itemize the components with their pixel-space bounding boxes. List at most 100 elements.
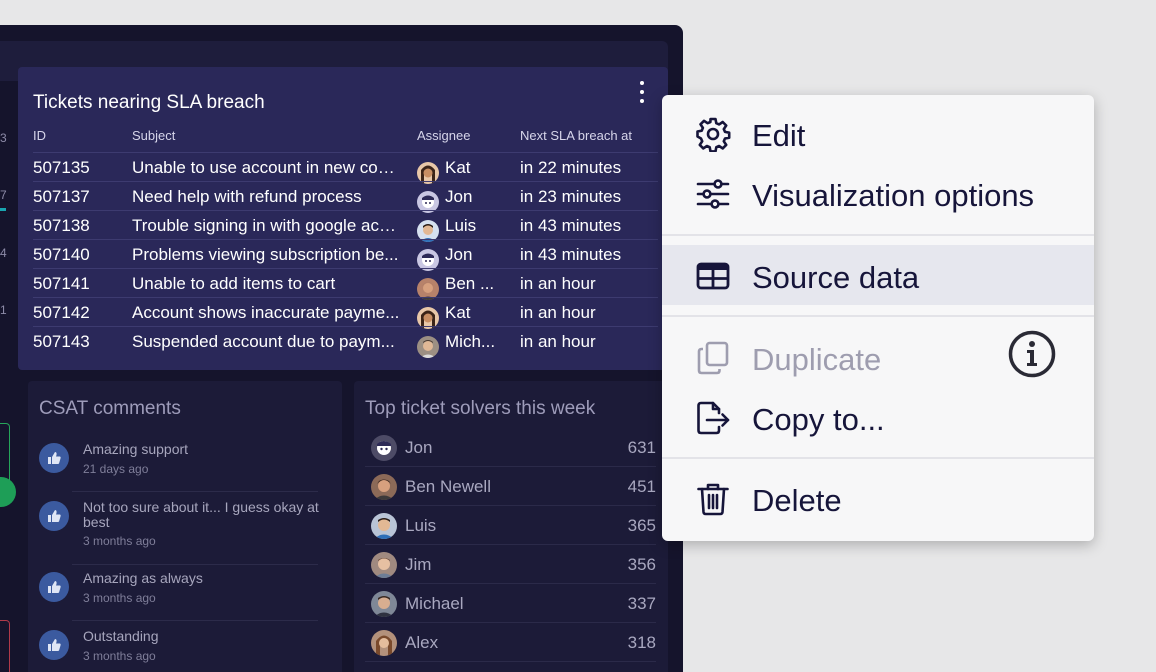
solver-count: 365 bbox=[627, 516, 656, 535]
solver-name: Jim bbox=[405, 555, 432, 574]
duplicate-icon bbox=[697, 341, 729, 375]
solver-count: 631 bbox=[627, 438, 656, 457]
table-header: ID Subject Assignee Next SLA breach at bbox=[33, 128, 658, 148]
list-item[interactable]: Jim 356 bbox=[365, 545, 656, 584]
avatar bbox=[371, 630, 397, 656]
ticket-subject: Problems viewing subscription be... bbox=[132, 245, 399, 264]
divider bbox=[662, 234, 1094, 236]
edge-value: 1 bbox=[0, 303, 7, 317]
list-item[interactable]: Luis 365 bbox=[365, 506, 656, 545]
menu-item-edit[interactable]: Edit bbox=[662, 103, 1094, 163]
comment-time: 3 months ago bbox=[83, 649, 156, 663]
avatar bbox=[371, 513, 397, 539]
comment-text: Not too sure about it... I guess okay at… bbox=[83, 499, 319, 530]
next-breach: in 43 minutes bbox=[520, 216, 622, 235]
solver-name: Luis bbox=[405, 516, 437, 535]
solver-count: 318 bbox=[627, 633, 656, 652]
comment-text: Outstanding bbox=[83, 628, 159, 644]
next-breach: in 22 minutes bbox=[520, 158, 622, 177]
divider bbox=[72, 620, 318, 621]
assignee-name: Kat bbox=[445, 158, 471, 177]
ticket-id: 507137 bbox=[33, 187, 90, 206]
divider bbox=[72, 564, 318, 565]
list-item[interactable]: Michael 337 bbox=[365, 584, 656, 623]
card-title: CSAT comments bbox=[39, 398, 181, 419]
avatar bbox=[371, 552, 397, 578]
list-item[interactable]: Alex 318 bbox=[365, 623, 656, 662]
menu-item-label: Edit bbox=[752, 118, 806, 153]
ticket-subject: Need help with refund process bbox=[132, 187, 362, 206]
avatar bbox=[371, 435, 397, 461]
thumbs-up-icon bbox=[39, 630, 69, 660]
next-breach: in an hour bbox=[520, 332, 596, 351]
csat-comments-card: CSAT comments Amazing support 21 days ag… bbox=[28, 381, 342, 672]
solver-count: 356 bbox=[627, 555, 656, 574]
table-row[interactable]: 507141 Unable to add items to cart Ben .… bbox=[33, 268, 658, 300]
divider bbox=[662, 457, 1094, 459]
assignee-name: Kat bbox=[445, 303, 471, 322]
sla-breach-card: Tickets nearing SLA breach ID Subject As… bbox=[18, 67, 668, 370]
avatar bbox=[371, 591, 397, 617]
menu-item-copy-to[interactable]: Copy to... bbox=[662, 387, 1094, 447]
column-header-subject: Subject bbox=[132, 128, 176, 143]
assignee-name: Jon bbox=[445, 187, 473, 206]
column-header-assignee: Assignee bbox=[417, 128, 471, 143]
sla-table-body: 507135 Unable to use account in new cou.… bbox=[33, 152, 658, 358]
ticket-subject: Trouble signing in with google acc... bbox=[132, 216, 400, 235]
next-breach: in 23 minutes bbox=[520, 187, 622, 206]
menu-item-visualization-options[interactable]: Visualization options bbox=[662, 163, 1094, 223]
menu-item-source-data[interactable]: Source data bbox=[662, 245, 1094, 305]
ticket-id: 507140 bbox=[33, 245, 90, 264]
comment-time: 3 months ago bbox=[83, 534, 156, 548]
next-breach: in 43 minutes bbox=[520, 245, 622, 264]
solver-count: 451 bbox=[627, 477, 656, 496]
menu-item-label: Source data bbox=[752, 260, 920, 295]
table-row[interactable]: 507143 Suspended account due to paym... … bbox=[33, 326, 658, 358]
table-row[interactable]: 507137 Need help with refund process Jon… bbox=[33, 181, 658, 213]
sliders-icon bbox=[696, 179, 730, 209]
alert-card-edge bbox=[0, 620, 10, 672]
comment-text: Amazing as always bbox=[83, 570, 203, 586]
table-row[interactable]: 507140 Problems viewing subscription be.… bbox=[33, 239, 658, 271]
table-row[interactable]: 507138 Trouble signing in with google ac… bbox=[33, 210, 658, 242]
table-row[interactable]: 507142 Account shows inaccurate payme...… bbox=[33, 297, 658, 329]
avatar bbox=[371, 474, 397, 500]
trash-icon bbox=[697, 483, 729, 516]
comment-time: 21 days ago bbox=[83, 462, 149, 476]
ticket-id: 507135 bbox=[33, 158, 90, 177]
column-header-next-breach: Next SLA breach at bbox=[520, 128, 633, 143]
solver-name: Jon bbox=[405, 438, 433, 457]
assignee-name: Luis bbox=[445, 216, 477, 235]
left-edge-values: 3 7 4 1 bbox=[0, 0, 14, 672]
info-icon[interactable] bbox=[1008, 330, 1056, 378]
menu-item-label: Delete bbox=[752, 483, 842, 518]
ticket-subject: Suspended account due to paym... bbox=[132, 332, 395, 351]
ticket-id: 507138 bbox=[33, 216, 90, 235]
solver-name: Michael bbox=[405, 594, 464, 613]
next-breach: in an hour bbox=[520, 303, 596, 322]
gear-icon bbox=[696, 117, 731, 152]
context-menu: Edit Visualization options Source data D… bbox=[662, 95, 1094, 541]
assignee-name: Mich... bbox=[445, 332, 496, 351]
ticket-subject: Unable to use account in new cou... bbox=[132, 158, 400, 177]
divider bbox=[662, 315, 1094, 317]
more-options-icon[interactable] bbox=[638, 81, 646, 103]
ticket-id: 507143 bbox=[33, 332, 90, 351]
ticket-subject: Unable to add items to cart bbox=[132, 274, 336, 293]
menu-item-delete[interactable]: Delete bbox=[662, 468, 1094, 528]
thumbs-up-icon bbox=[39, 572, 69, 602]
ticket-subject: Account shows inaccurate payme... bbox=[132, 303, 400, 322]
list-item[interactable]: Ben Newell 451 bbox=[365, 467, 656, 506]
table-icon bbox=[696, 262, 730, 290]
table-row[interactable]: 507135 Unable to use account in new cou.… bbox=[33, 152, 658, 184]
list-item[interactable]: Jon 631 bbox=[365, 428, 656, 467]
assignee-name: Jon bbox=[445, 245, 473, 264]
thumbs-up-icon bbox=[39, 443, 69, 473]
solver-name: Ben Newell bbox=[405, 477, 491, 496]
edge-value: 4 bbox=[0, 246, 7, 260]
top-solvers-card: Top ticket solvers this week Jon 631 Ben… bbox=[354, 381, 668, 672]
edge-value: 3 bbox=[0, 131, 7, 145]
ticket-id: 507142 bbox=[33, 303, 90, 322]
solver-name: Alex bbox=[405, 633, 439, 652]
assignee-name: Ben ... bbox=[445, 274, 495, 293]
